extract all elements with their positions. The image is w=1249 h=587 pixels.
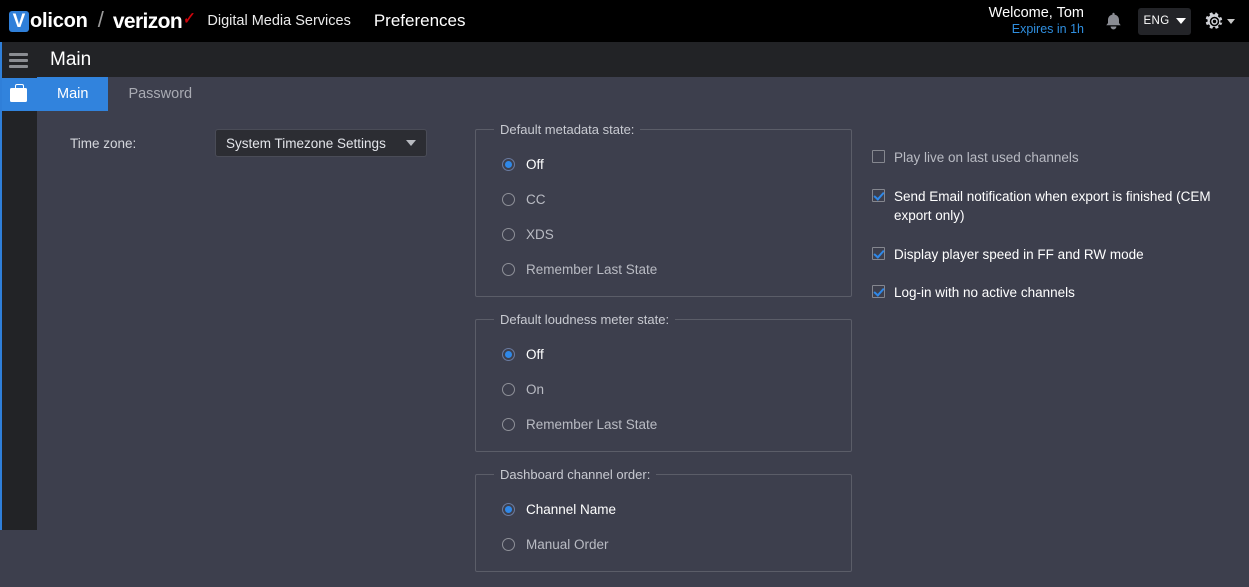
tab-main[interactable]: Main xyxy=(37,77,109,111)
checkbox-label: Play live on last used channels xyxy=(894,150,1079,165)
radio-label: On xyxy=(526,382,545,397)
group-default-loudness-meter-state: Default loudness meter state: Off On Rem… xyxy=(475,312,852,452)
tab-bar: Main Password xyxy=(37,77,1249,111)
timezone-select[interactable]: System Timezone Settings xyxy=(215,129,427,157)
hamburger-bar xyxy=(9,58,28,62)
group-legend: Default loudness meter state: xyxy=(500,312,670,327)
checkbox-label: Display player speed in FF and RW mode xyxy=(894,246,1144,262)
sidebar xyxy=(0,42,37,530)
app-root: V olicon / verizon ✓ Digital Media Servi… xyxy=(0,0,1249,572)
top-bar-right: Welcome, Tom Expires in 1h ENG xyxy=(989,0,1249,42)
checkbox-send-email-notification[interactable]: Send Email notification when export is f… xyxy=(872,187,1242,226)
hamburger-bar xyxy=(9,64,28,68)
volicon-logo[interactable]: V olicon xyxy=(9,9,88,32)
radio-label: CC xyxy=(526,192,546,207)
radio-label: Manual Order xyxy=(526,537,609,552)
timezone-label: Time zone: xyxy=(70,136,137,151)
radio-indicator-icon xyxy=(502,158,515,171)
tab-label: Password xyxy=(128,86,193,102)
notifications-bell-icon[interactable] xyxy=(1100,6,1126,36)
content-area: Main Password Time zone: System Timezone… xyxy=(37,77,1249,572)
hamburger-icon[interactable] xyxy=(0,42,37,78)
sidebar-accent-edge xyxy=(0,42,2,530)
checkbox-display-player-speed[interactable]: Display player speed in FF and RW mode xyxy=(872,245,1242,265)
checkbox-options-column: Play live on last used channels Send Ema… xyxy=(862,111,1242,587)
product-name: Digital Media Services xyxy=(207,13,351,29)
radio-indicator-icon xyxy=(502,418,515,431)
checkbox-indicator-icon xyxy=(872,246,885,260)
radio-order-channel-name[interactable]: Channel Name xyxy=(476,492,851,527)
chevron-down-icon xyxy=(1175,18,1186,24)
radio-order-manual-order[interactable]: Manual Order xyxy=(476,527,851,562)
volicon-badge-letter: V xyxy=(12,10,26,32)
chevron-down-small-icon xyxy=(1227,18,1235,24)
group-legend: Dashboard channel order: xyxy=(500,467,651,482)
radio-label: Off xyxy=(526,157,544,172)
checkbox-login-with-no-active-channels[interactable]: Log-in with no active channels xyxy=(872,283,1242,303)
radio-label: Remember Last State xyxy=(526,262,658,277)
header-page-name: Preferences xyxy=(373,11,466,30)
radio-indicator-icon xyxy=(502,228,515,241)
radio-groups-column: Default metadata state: Off CC XDS Remem… xyxy=(457,111,862,587)
group-legend: Default metadata state: xyxy=(500,122,635,137)
preferences-body: Time zone: System Timezone Settings Defa… xyxy=(37,111,1249,587)
radio-indicator-icon xyxy=(502,383,515,396)
checkbox-indicator-icon xyxy=(872,188,885,202)
settings-menu-button[interactable] xyxy=(1205,11,1235,31)
page-title: Main xyxy=(50,48,92,70)
sidebar-item-preferences[interactable] xyxy=(0,78,37,111)
radio-label: XDS xyxy=(526,227,554,242)
checkbox-indicator-icon xyxy=(872,285,885,299)
volicon-wordmark: olicon xyxy=(30,9,88,32)
gear-icon xyxy=(1205,11,1223,29)
checkbox-indicator-icon xyxy=(872,150,885,163)
language-selector[interactable]: ENG xyxy=(1138,7,1191,35)
volicon-badge-icon: V xyxy=(9,10,29,32)
radio-metadata-off[interactable]: Off xyxy=(476,147,851,182)
timezone-section: Time zone: System Timezone Settings xyxy=(37,111,457,587)
brand-separator: / xyxy=(97,7,104,32)
verizon-logo[interactable]: verizon ✓ xyxy=(112,8,197,33)
language-label: ENG xyxy=(1143,15,1170,27)
checkbox-label: Send Email notification when export is f… xyxy=(894,188,1211,224)
group-default-metadata-state: Default metadata state: Off CC XDS Remem… xyxy=(475,122,852,297)
hamburger-bar xyxy=(9,52,28,56)
radio-label: Remember Last State xyxy=(526,417,658,432)
tab-password[interactable]: Password xyxy=(108,77,212,111)
brand-group: V olicon / verizon ✓ Digital Media Servi… xyxy=(0,7,466,33)
timezone-selected-value: System Timezone Settings xyxy=(226,135,386,151)
radio-indicator-icon xyxy=(502,348,515,361)
checkbox-play-live-on-last-used-channels[interactable]: Play live on last used channels xyxy=(872,148,1242,168)
radio-metadata-remember-last-state[interactable]: Remember Last State xyxy=(476,252,851,287)
radio-loudness-on[interactable]: On xyxy=(476,372,851,407)
radio-metadata-xds[interactable]: XDS xyxy=(476,217,851,252)
radio-loudness-remember-last-state[interactable]: Remember Last State xyxy=(476,407,851,442)
radio-label: Channel Name xyxy=(526,502,617,517)
radio-loudness-off[interactable]: Off xyxy=(476,337,851,372)
radio-indicator-icon xyxy=(502,263,515,276)
radio-indicator-icon xyxy=(502,538,515,551)
checkbox-label: Log-in with no active channels xyxy=(894,285,1075,301)
session-expiry-label[interactable]: Expires in 1h xyxy=(989,22,1084,38)
radio-indicator-icon xyxy=(502,193,515,206)
radio-indicator-icon xyxy=(502,503,515,516)
group-dashboard-channel-order: Dashboard channel order: Channel Name Ma… xyxy=(475,467,852,572)
user-welcome-block: Welcome, Tom Expires in 1h xyxy=(989,4,1084,38)
briefcase-icon xyxy=(10,83,27,102)
chevron-down-icon xyxy=(406,140,416,146)
verizon-wordmark: verizon xyxy=(112,9,183,33)
welcome-user-label: Welcome, Tom xyxy=(988,5,1084,22)
verizon-checkmark-icon: ✓ xyxy=(182,8,197,28)
tab-label: Main xyxy=(57,86,89,102)
radio-metadata-cc[interactable]: CC xyxy=(476,182,851,217)
radio-label: Off xyxy=(526,347,544,362)
top-bar: V olicon / verizon ✓ Digital Media Servi… xyxy=(0,0,1249,42)
page-title-bar: Main xyxy=(37,42,1249,77)
